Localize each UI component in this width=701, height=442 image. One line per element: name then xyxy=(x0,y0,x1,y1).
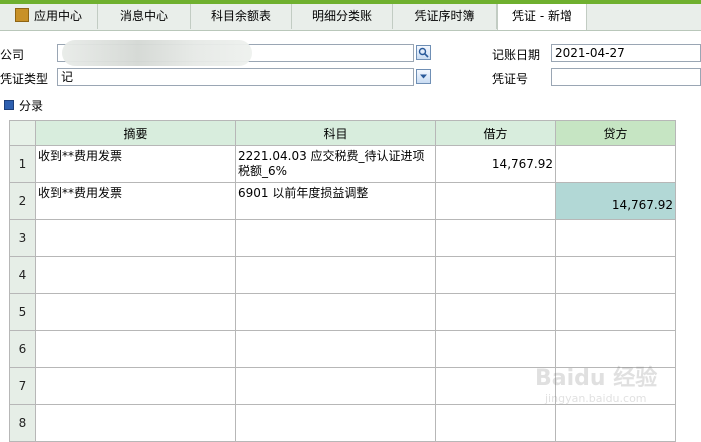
credit-column-header: 贷方 xyxy=(555,120,676,146)
tab-voucher-journal[interactable]: 凭证序时簿 xyxy=(393,4,497,29)
voucher-no-label: 凭证号 xyxy=(492,72,529,86)
app-center-icon xyxy=(14,8,29,22)
summary-cell[interactable] xyxy=(35,219,236,257)
tab-voucher-new[interactable]: 凭证 - 新增 xyxy=(497,4,587,30)
debit-cell[interactable] xyxy=(435,182,556,220)
row-number: 4 xyxy=(9,256,36,294)
row-number: 6 xyxy=(9,330,36,368)
account-cell[interactable] xyxy=(235,404,436,442)
row-number: 3 xyxy=(9,219,36,257)
row-number: 1 xyxy=(9,145,36,183)
account-cell[interactable] xyxy=(235,256,436,294)
voucher-type-dropdown-button[interactable] xyxy=(416,69,431,84)
table-header-row: 摘要 科目 借方 贷方 xyxy=(9,120,676,146)
summary-cell[interactable]: 收到**费用发票 xyxy=(35,182,236,220)
baidu-watermark: Baidu 经验 jingyan.baidu.com xyxy=(535,360,690,410)
tab-account-balance[interactable]: 科目余额表 xyxy=(191,4,292,29)
row-number: 5 xyxy=(9,293,36,331)
summary-cell[interactable] xyxy=(35,367,236,405)
summary-cell[interactable] xyxy=(35,330,236,368)
row-number: 2 xyxy=(9,182,36,220)
tab-label: 凭证序时簿 xyxy=(414,9,475,23)
tab-bar: 应用中心 消息中心 科目余额表 明细分类账 凭证序时簿 凭证 - 新增 xyxy=(0,4,701,31)
account-cell[interactable] xyxy=(235,367,436,405)
square-bullet-icon xyxy=(4,100,14,110)
account-cell[interactable]: 6901 以前年度损益调整 xyxy=(235,182,436,220)
section-title-text: 分录 xyxy=(19,99,44,113)
account-cell[interactable] xyxy=(235,293,436,331)
voucher-no-field[interactable] xyxy=(551,68,701,86)
watermark-brand: Baidu 经验 xyxy=(535,366,658,391)
table-row: 2 收到**费用发票 6901 以前年度损益调整 14,767.92 xyxy=(9,182,676,220)
row-number: 7 xyxy=(9,367,36,405)
table-row: 3 xyxy=(9,219,676,257)
tab-label: 应用中心 xyxy=(33,9,82,23)
date-label: 记账日期 xyxy=(492,48,541,62)
credit-cell[interactable] xyxy=(555,219,676,257)
tab-message-center[interactable]: 消息中心 xyxy=(98,4,191,29)
voucher-type-label: 凭证类型 xyxy=(0,72,49,86)
tab-detail-ledger[interactable]: 明细分类账 xyxy=(292,4,393,29)
credit-cell[interactable] xyxy=(555,145,676,183)
summary-cell[interactable]: 收到**费用发票 xyxy=(35,145,236,183)
summary-cell[interactable] xyxy=(35,404,236,442)
blurred-company-name xyxy=(62,40,252,66)
debit-cell[interactable] xyxy=(435,404,556,442)
tab-label: 消息中心 xyxy=(119,9,168,23)
table-row: 1 收到**费用发票 2221.04.03 应交税费_待认证进项税额_6% 14… xyxy=(9,145,676,183)
company-lookup-button[interactable] xyxy=(416,45,431,60)
account-cell[interactable] xyxy=(235,219,436,257)
account-column-header: 科目 xyxy=(235,120,436,146)
tab-label: 明细分类账 xyxy=(311,9,372,23)
account-cell[interactable] xyxy=(235,330,436,368)
credit-cell-value: 14,767.92 xyxy=(611,198,673,212)
account-cell[interactable]: 2221.04.03 应交税费_待认证进项税额_6% xyxy=(235,145,436,183)
debit-cell[interactable] xyxy=(435,219,556,257)
chevron-down-icon xyxy=(420,74,427,79)
tab-app-center[interactable]: 应用中心 xyxy=(0,4,98,29)
debit-cell[interactable] xyxy=(435,256,556,294)
search-icon xyxy=(418,47,429,58)
credit-cell[interactable] xyxy=(555,256,676,294)
credit-cell[interactable] xyxy=(555,293,676,331)
table-row: 8 xyxy=(9,404,676,442)
summary-column-header: 摘要 xyxy=(35,120,236,146)
entries-section-title: 分录 xyxy=(4,97,43,114)
summary-cell[interactable] xyxy=(35,293,236,331)
date-field[interactable]: 2021-04-27 xyxy=(551,44,701,62)
credit-cell-selected[interactable]: 14,767.92 xyxy=(555,182,676,220)
debit-column-header: 借方 xyxy=(435,120,556,146)
table-row: 5 xyxy=(9,293,676,331)
table-row: 4 xyxy=(9,256,676,294)
summary-cell[interactable] xyxy=(35,256,236,294)
debit-cell[interactable]: 14,767.92 xyxy=(435,145,556,183)
tab-label: 科目余额表 xyxy=(210,9,271,23)
tab-label: 凭证 - 新增 xyxy=(512,9,572,23)
credit-cell[interactable] xyxy=(555,404,676,442)
voucher-type-select[interactable]: 记 xyxy=(57,68,414,86)
debit-cell[interactable] xyxy=(435,293,556,331)
row-number: 8 xyxy=(9,404,36,442)
row-number-header xyxy=(9,120,36,146)
watermark-url: jingyan.baidu.com xyxy=(545,392,647,405)
company-label: 公司 xyxy=(0,48,25,62)
